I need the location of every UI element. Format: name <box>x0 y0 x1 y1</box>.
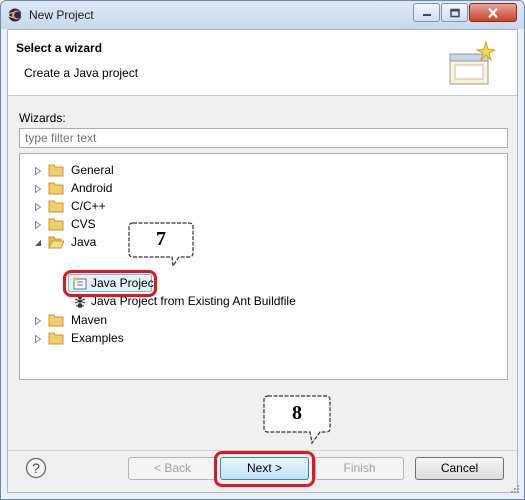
cancel-button[interactable]: Cancel <box>415 457 504 480</box>
folder-open-icon <box>48 236 64 249</box>
step-7-callout: 7 <box>127 220 195 268</box>
step-8-label: 8 <box>292 402 302 424</box>
minimize-icon <box>422 13 431 16</box>
title-bar: New Project <box>1 1 524 29</box>
tree-item-label: General <box>71 163 114 177</box>
banner-description: Create a Java project <box>24 66 139 80</box>
folder-icon <box>48 314 64 327</box>
wizard-banner: Select a wizard Create a Java project <box>8 30 517 96</box>
window-title: New Project <box>29 8 94 22</box>
collapsed-arrow-icon[interactable] <box>34 221 42 229</box>
step-8-callout: 8 <box>262 393 332 445</box>
eclipse-icon <box>8 8 22 22</box>
dialog-body: Select a wizard Create a Java project Wi… <box>7 29 519 493</box>
folder-icon <box>48 182 64 195</box>
wizards-label: Wizards: <box>19 111 66 125</box>
banner-title: Select a wizard <box>16 41 103 55</box>
collapsed-arrow-icon[interactable] <box>34 167 42 175</box>
tree-item-label: Examples <box>71 331 124 345</box>
collapsed-arrow-icon[interactable] <box>34 203 42 211</box>
minimize-button[interactable] <box>413 3 440 22</box>
next-button-highlight <box>214 451 315 487</box>
maximize-icon <box>449 8 460 17</box>
tree-item-label: Android <box>71 181 113 195</box>
folder-icon <box>48 200 64 213</box>
help-glyph: ? <box>32 460 40 476</box>
wizard-tree[interactable]: General Android C/C++ CVS Java Java Proj… <box>19 153 508 380</box>
finish-button[interactable]: Finish <box>315 457 404 480</box>
expanded-arrow-icon[interactable] <box>34 239 42 247</box>
folder-icon <box>48 332 64 345</box>
maximize-button[interactable] <box>441 3 468 22</box>
tree-item-label: Maven <box>71 313 108 327</box>
new-project-window: New Project Select a wizard Create a Jav… <box>0 0 525 500</box>
help-icon[interactable]: ? <box>25 457 47 479</box>
java-project-highlight <box>63 270 157 297</box>
folder-icon <box>48 164 64 177</box>
close-icon <box>488 7 498 18</box>
folder-icon <box>48 218 64 231</box>
tree-item-label: C/C++ <box>71 199 106 213</box>
step-7-label: 7 <box>156 228 166 250</box>
filter-input[interactable] <box>19 128 508 148</box>
tree-item-label: CVS <box>71 217 96 231</box>
collapsed-arrow-icon[interactable] <box>34 185 42 193</box>
resize-grip-icon[interactable] <box>511 485 519 493</box>
close-button[interactable] <box>469 3 517 22</box>
tree-item-label: Java <box>71 235 97 249</box>
back-button[interactable]: < Back <box>128 457 217 480</box>
wizard-banner-icon <box>449 40 497 85</box>
collapsed-arrow-icon[interactable] <box>34 335 42 343</box>
collapsed-arrow-icon[interactable] <box>34 317 42 325</box>
